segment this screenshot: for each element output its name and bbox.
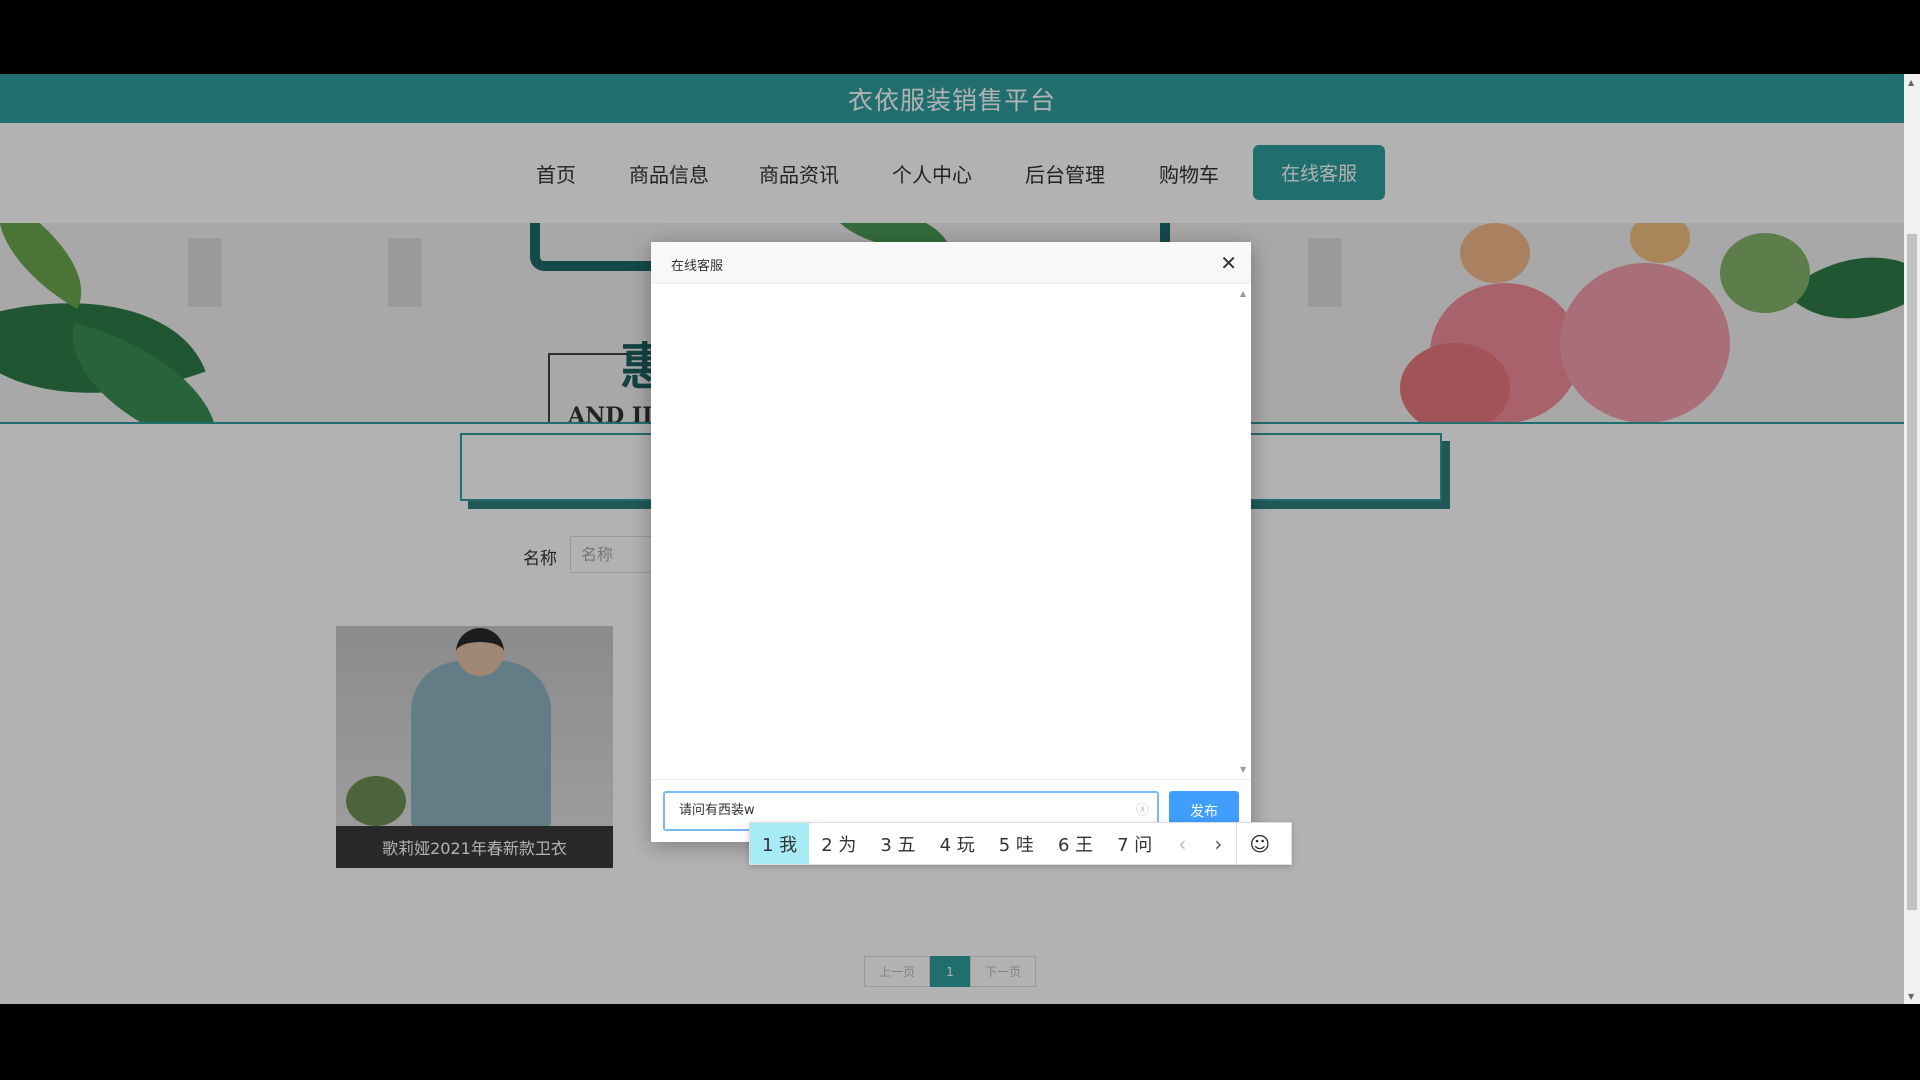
ime-candidate[interactable]: 4 玩 [928,823,987,864]
chat-scroll-up-icon[interactable]: ▲ [1240,289,1246,298]
page-scroll-thumb[interactable] [1907,234,1917,910]
dialog-title: 在线客服 [671,259,724,274]
ime-candidate[interactable]: 1 我 [750,823,810,864]
ime-candidate[interactable]: 6 王 [1046,823,1105,864]
chat-input-value: 请问有西装w [679,803,755,818]
close-icon[interactable]: ✕ [1220,251,1237,275]
ime-prev-icon[interactable]: ‹ [1164,823,1200,864]
chat-scrollbar[interactable]: ▲ ▼ [1237,285,1251,779]
ime-next-icon[interactable]: › [1200,823,1236,864]
ime-candidate[interactable]: 7 问 [1105,823,1164,864]
scroll-up-icon[interactable]: ▲ [1908,78,1914,87]
chat-messages[interactable]: ▲ ▼ [651,285,1251,779]
chat-scroll-down-icon[interactable]: ▼ [1240,765,1246,774]
scroll-down-icon[interactable]: ▼ [1908,992,1914,1001]
chat-divider [651,779,1251,780]
emoji-icon[interactable]: ☺ [1236,823,1282,864]
ime-candidate[interactable]: 5 哇 [987,823,1046,864]
ime-candidate[interactable]: 2 为 [809,823,868,864]
customer-service-dialog: 在线客服 ✕ ▲ ▼ 请问有西装w ⓧ 发布 [651,242,1251,842]
browser-viewport: 衣依服装销售平台 首页 商品信息 商品资讯 个人中心 后台管理 购物车 在线客服… [0,74,1920,1004]
ime-candidate[interactable]: 3 五 [868,823,927,864]
ime-candidate-bar: 1 我 2 为 3 五 4 玩 5 哇 6 王 7 问 ‹ › ☺ [749,822,1292,865]
dialog-header: 在线客服 ✕ [651,242,1251,284]
page-scrollbar[interactable]: ▲ ▼ [1904,74,1920,1004]
